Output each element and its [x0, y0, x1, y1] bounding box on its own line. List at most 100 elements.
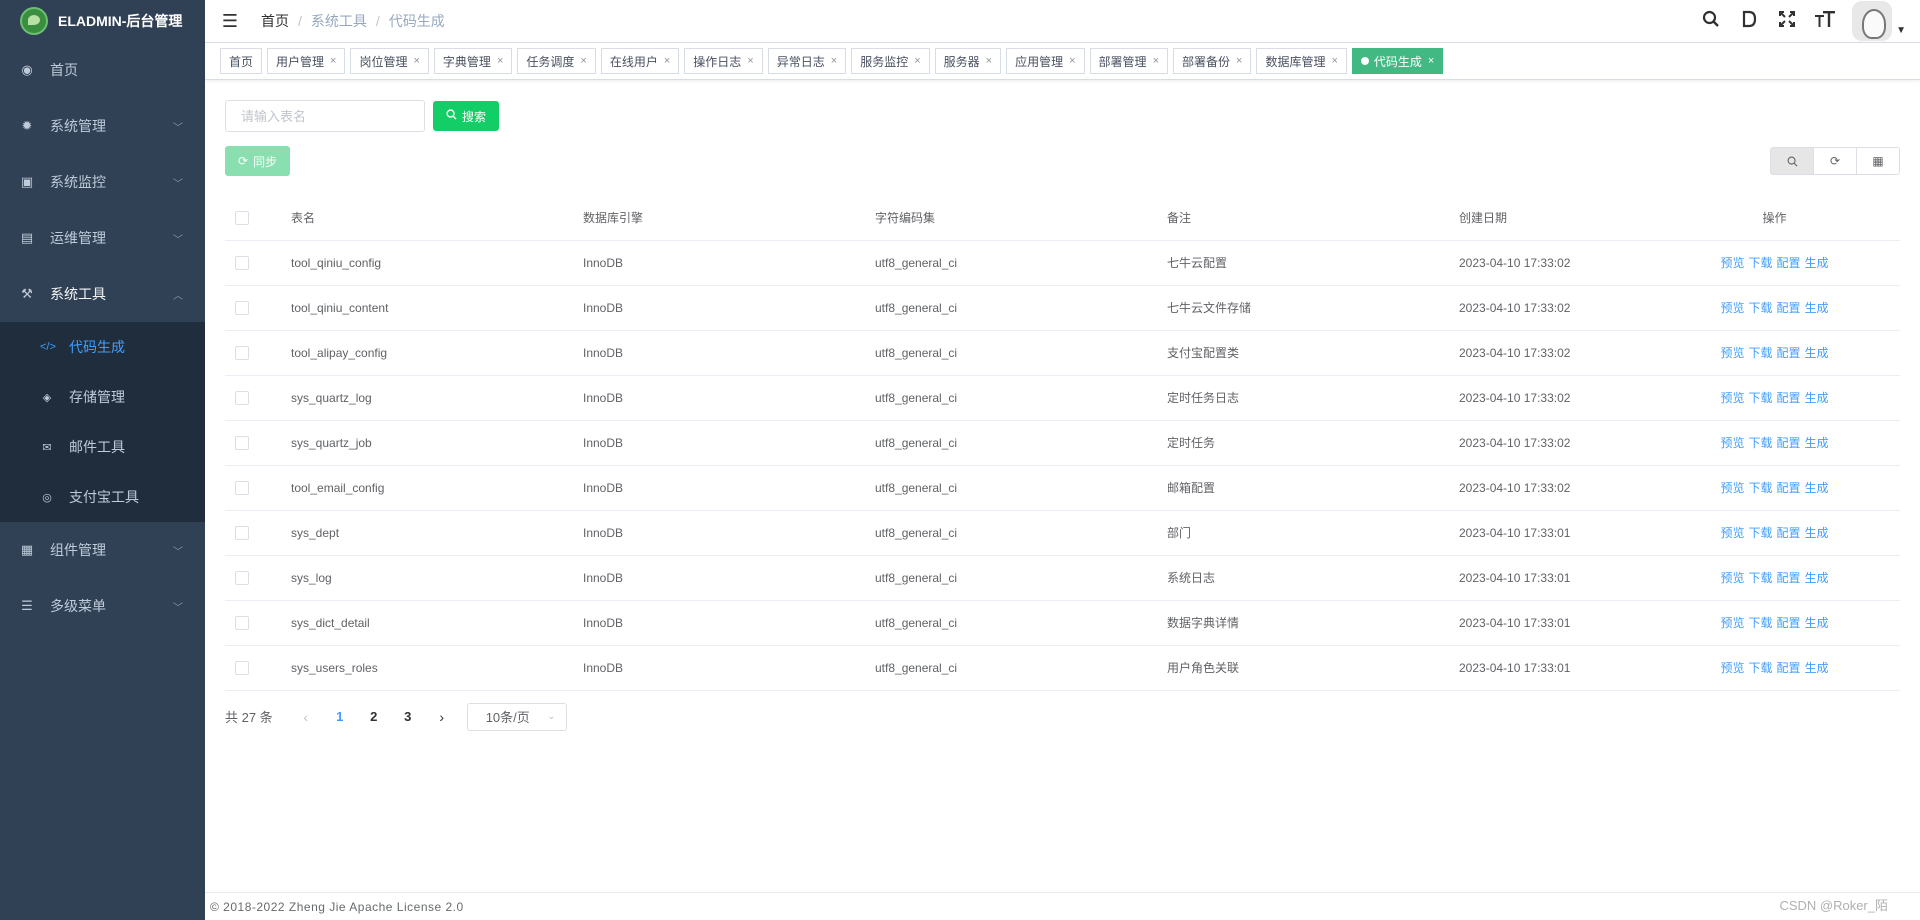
- row-checkbox[interactable]: [235, 570, 249, 585]
- tag-4[interactable]: 任务调度 ×: [517, 48, 596, 74]
- submenu-item-3[interactable]: ◎ 支付宝工具: [0, 472, 205, 522]
- row-checkbox[interactable]: [235, 300, 249, 315]
- row-checkbox[interactable]: [235, 435, 249, 450]
- sidebar-item-6[interactable]: ☰ 多级菜单 ﹀: [0, 578, 205, 634]
- close-icon[interactable]: ×: [747, 55, 753, 67]
- generate-link[interactable]: 生成: [1805, 661, 1829, 675]
- preview-link[interactable]: 预览: [1720, 346, 1744, 360]
- generate-link[interactable]: 生成: [1805, 571, 1829, 585]
- close-icon[interactable]: ×: [497, 55, 503, 67]
- tag-6[interactable]: 操作日志 ×: [684, 48, 763, 74]
- generate-link[interactable]: 生成: [1805, 481, 1829, 495]
- columns-button[interactable]: ▦: [1856, 147, 1900, 175]
- config-link[interactable]: 配置: [1777, 571, 1801, 585]
- close-icon[interactable]: ×: [1153, 55, 1159, 67]
- row-checkbox[interactable]: [235, 615, 249, 630]
- close-icon[interactable]: ×: [413, 55, 419, 67]
- hamburger-icon[interactable]: ☰: [205, 11, 255, 32]
- config-link[interactable]: 配置: [1777, 436, 1801, 450]
- tag-12[interactable]: 部署备份 ×: [1173, 48, 1252, 74]
- download-link[interactable]: 下载: [1748, 346, 1772, 360]
- generate-link[interactable]: 生成: [1805, 391, 1829, 405]
- config-link[interactable]: 配置: [1777, 256, 1801, 270]
- tag-0[interactable]: 首页: [220, 48, 263, 74]
- tag-13[interactable]: 数据库管理 ×: [1256, 48, 1347, 74]
- generate-link[interactable]: 生成: [1805, 436, 1829, 450]
- sidebar-item-2[interactable]: ▣ 系统监控 ﹀: [0, 154, 205, 210]
- close-icon[interactable]: ×: [1331, 55, 1337, 67]
- fullscreen-icon[interactable]: [1768, 10, 1806, 33]
- toggle-search-button[interactable]: [1770, 147, 1814, 175]
- page-number[interactable]: 2: [357, 709, 391, 724]
- download-link[interactable]: 下载: [1748, 301, 1772, 315]
- row-checkbox[interactable]: [235, 255, 249, 270]
- caret-down-icon[interactable]: ▼: [1896, 25, 1906, 36]
- config-link[interactable]: 配置: [1777, 391, 1801, 405]
- tag-10[interactable]: 应用管理 ×: [1006, 48, 1085, 74]
- row-checkbox[interactable]: [235, 660, 249, 675]
- config-link[interactable]: 配置: [1777, 346, 1801, 360]
- tag-1[interactable]: 用户管理 ×: [267, 48, 346, 74]
- page-number[interactable]: 3: [391, 709, 425, 724]
- download-link[interactable]: 下载: [1748, 391, 1772, 405]
- download-link[interactable]: 下载: [1748, 436, 1772, 450]
- docs-icon[interactable]: [1730, 10, 1768, 33]
- download-link[interactable]: 下载: [1748, 526, 1772, 540]
- preview-link[interactable]: 预览: [1720, 571, 1744, 585]
- preview-link[interactable]: 预览: [1720, 256, 1744, 270]
- select-all-checkbox[interactable]: [235, 211, 249, 226]
- refresh-button[interactable]: ⟳: [1813, 147, 1857, 175]
- logo[interactable]: ELADMIN-后台管理: [0, 0, 205, 42]
- row-checkbox[interactable]: [235, 480, 249, 495]
- avatar[interactable]: [1852, 1, 1893, 41]
- close-icon[interactable]: ×: [664, 55, 670, 67]
- sidebar-item-5[interactable]: ▦ 组件管理 ﹀: [0, 522, 205, 578]
- row-checkbox[interactable]: [235, 345, 249, 360]
- download-link[interactable]: 下载: [1748, 571, 1772, 585]
- config-link[interactable]: 配置: [1777, 616, 1801, 630]
- sidebar-item-3[interactable]: ▤ 运维管理 ﹀: [0, 210, 205, 266]
- sidebar-item-0[interactable]: ◉ 首页: [0, 42, 205, 98]
- tag-7[interactable]: 异常日志 ×: [767, 48, 847, 74]
- sync-button[interactable]: ⟳ 同步: [225, 146, 291, 176]
- breadcrumb-home[interactable]: 首页: [261, 11, 289, 31]
- generate-link[interactable]: 生成: [1805, 526, 1829, 540]
- preview-link[interactable]: 预览: [1720, 616, 1744, 630]
- generate-link[interactable]: 生成: [1805, 256, 1829, 270]
- row-checkbox[interactable]: [235, 390, 249, 405]
- preview-link[interactable]: 预览: [1720, 301, 1744, 315]
- config-link[interactable]: 配置: [1777, 526, 1801, 540]
- submenu-item-0[interactable]: </> 代码生成: [0, 322, 205, 372]
- search-button[interactable]: 搜索: [433, 101, 500, 131]
- config-link[interactable]: 配置: [1777, 661, 1801, 675]
- font-size-icon[interactable]: [1806, 10, 1844, 33]
- close-icon[interactable]: ×: [1428, 55, 1434, 67]
- row-checkbox[interactable]: [235, 525, 249, 540]
- close-icon[interactable]: ×: [914, 55, 920, 67]
- preview-link[interactable]: 预览: [1720, 481, 1744, 495]
- submenu-item-2[interactable]: ✉ 邮件工具: [0, 422, 205, 472]
- preview-link[interactable]: 预览: [1720, 661, 1744, 675]
- table-name-search-input[interactable]: [225, 100, 425, 132]
- download-link[interactable]: 下载: [1748, 661, 1772, 675]
- preview-link[interactable]: 预览: [1720, 436, 1744, 450]
- tag-5[interactable]: 在线用户 ×: [600, 48, 680, 74]
- next-page-icon[interactable]: ›: [425, 709, 459, 725]
- generate-link[interactable]: 生成: [1805, 616, 1829, 630]
- tag-3[interactable]: 字典管理 ×: [433, 48, 513, 74]
- search-icon[interactable]: [1692, 10, 1730, 33]
- close-icon[interactable]: ×: [831, 55, 837, 67]
- download-link[interactable]: 下载: [1748, 256, 1772, 270]
- close-icon[interactable]: ×: [330, 55, 336, 67]
- tag-9[interactable]: 服务器 ×: [934, 48, 1002, 74]
- tag-2[interactable]: 岗位管理 ×: [350, 48, 429, 74]
- preview-link[interactable]: 预览: [1720, 391, 1744, 405]
- config-link[interactable]: 配置: [1777, 301, 1801, 315]
- generate-link[interactable]: 生成: [1805, 301, 1829, 315]
- close-icon[interactable]: ×: [986, 55, 992, 67]
- sidebar-item-4[interactable]: ⚒ 系统工具 ︿: [0, 266, 205, 322]
- page-number[interactable]: 1: [323, 709, 357, 724]
- tag-14[interactable]: 代码生成 ×: [1351, 48, 1444, 74]
- tag-11[interactable]: 部署管理 ×: [1089, 48, 1168, 74]
- tag-8[interactable]: 服务监控 ×: [851, 48, 930, 74]
